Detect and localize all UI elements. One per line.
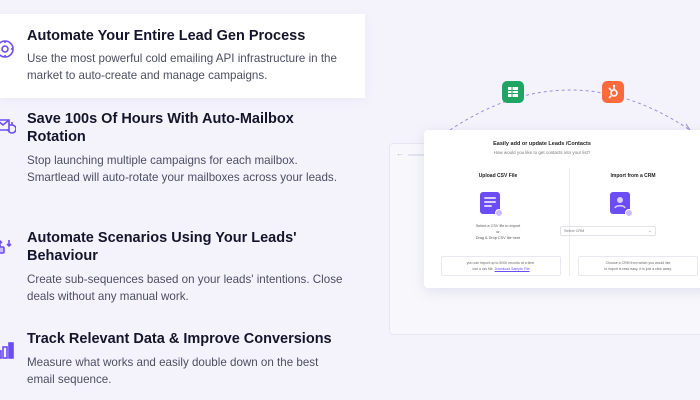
feature-mailbox-rotation[interactable]: Save 100s Of Hours With Auto-Mailbox Rot…	[0, 100, 365, 210]
download-sample-link[interactable]: Download Sample File	[495, 267, 530, 271]
gear-sync-icon	[0, 38, 16, 60]
card-subtitle: How would you like to get contacts into …	[493, 150, 591, 155]
feature-title: Save 100s Of Hours With Auto-Mailbox Rot…	[27, 111, 294, 145]
feature-scenarios[interactable]: Automate Scenarios Using Your Leads' Beh…	[0, 222, 365, 312]
back-arrow-icon: ←	[396, 149, 404, 158]
import-illustration: ← Easily add or update Leads /Contacts H…	[380, 0, 700, 400]
crm-select[interactable]: Select CRM ⌄	[560, 226, 656, 236]
feature-track-data[interactable]: Track Relevant Data & Improve Conversion…	[0, 322, 365, 398]
chevron-down-icon: ⌄	[647, 228, 652, 234]
feature-lead-gen[interactable]: Automate Your Entire Lead Gen Process Us…	[0, 14, 365, 98]
feature-description: Create sub-sequences based on your leads…	[27, 273, 343, 303]
scenario-icon	[0, 234, 16, 256]
import-card: Easily add or update Leads /Contacts How…	[424, 130, 700, 288]
crm-note: Choose a CRM from which you would like t…	[578, 256, 698, 276]
upload-note: you can import up to 5000 records at a t…	[441, 256, 561, 276]
upload-hint-2: Drag & Drop CSV file here	[475, 236, 521, 240]
feature-list: Automate Your Entire Lead Gen Process Us…	[0, 0, 365, 400]
google-sheets-icon	[502, 81, 524, 103]
upload-title: Upload CSV File	[478, 173, 518, 179]
csv-file-icon	[480, 192, 503, 217]
hubspot-icon	[602, 81, 624, 103]
feature-title: Automate Your Entire Lead Gen Process	[27, 28, 306, 44]
card-title: Easily add or update Leads /Contacts	[493, 141, 591, 147]
feature-title: Track Relevant Data & Improve Conversion…	[27, 331, 332, 347]
feature-description: Measure what works and easily double dow…	[27, 356, 319, 386]
feature-description: Use the most powerful cold emailing API …	[27, 52, 337, 82]
feature-description: Stop launching multiple campaigns for ea…	[27, 154, 337, 184]
crm-title: Import from a CRM	[610, 173, 656, 179]
feature-title: Automate Scenarios Using Your Leads' Beh…	[27, 230, 297, 264]
crm-contact-icon	[610, 192, 633, 217]
mailbox-rotate-icon	[0, 114, 17, 136]
analytics-icon	[0, 339, 16, 361]
